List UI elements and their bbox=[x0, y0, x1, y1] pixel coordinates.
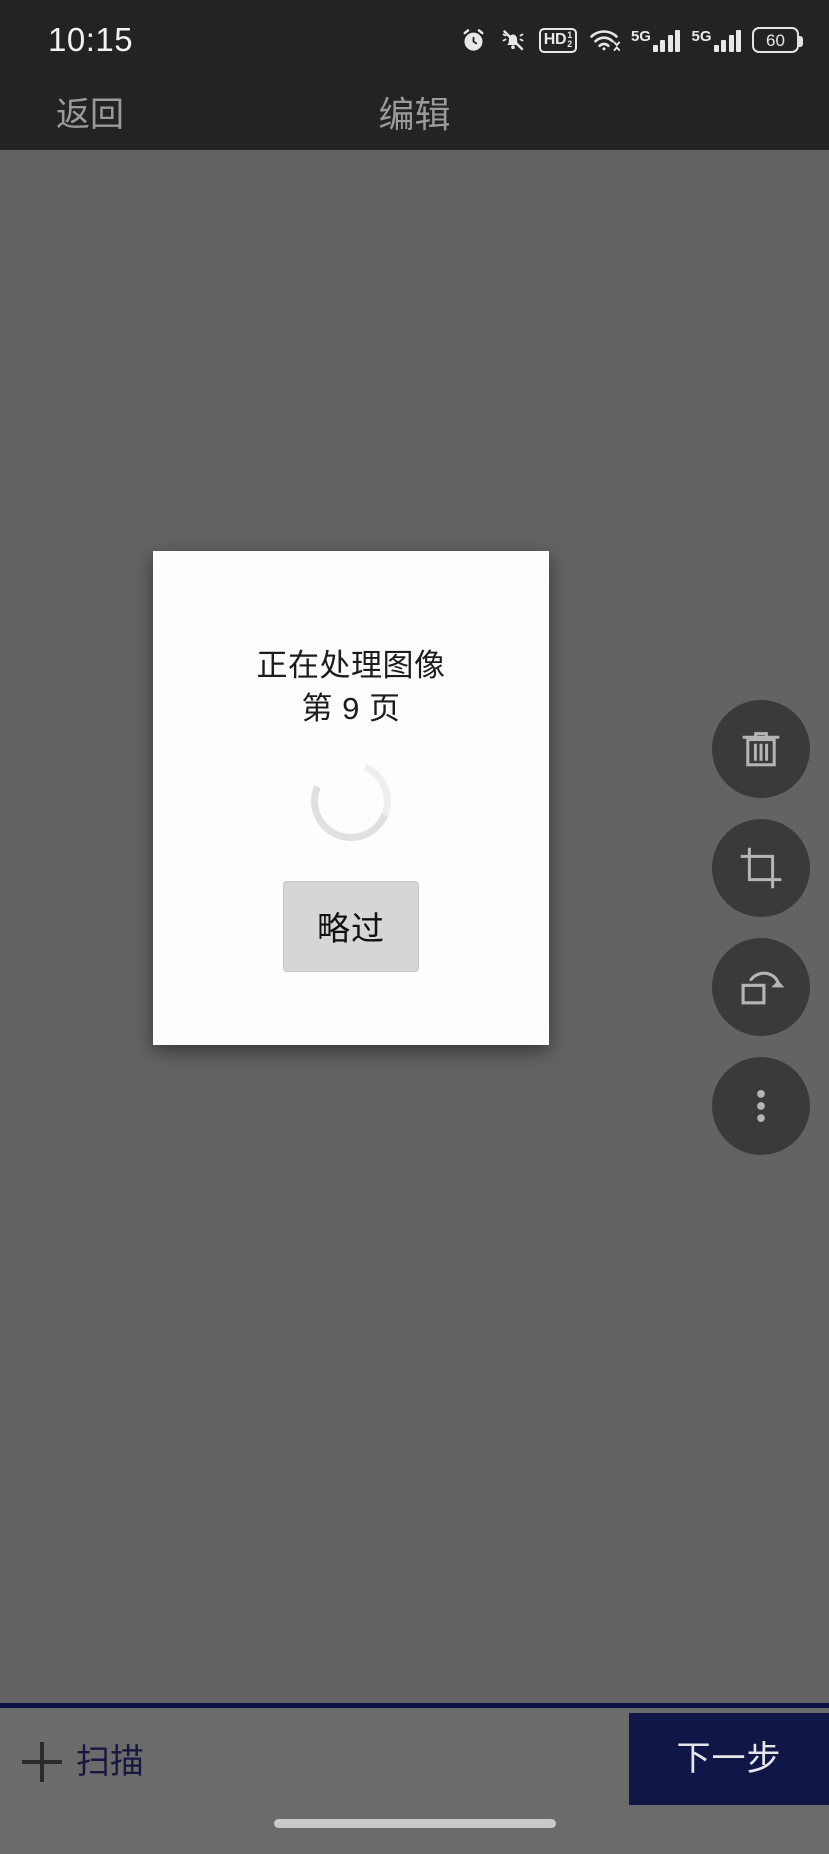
dialog-page-indicator: 第 9 页 bbox=[301, 690, 401, 726]
loading-spinner bbox=[298, 748, 404, 853]
skip-button[interactable]: 略过 bbox=[283, 880, 419, 972]
processing-dialog: 正在处理图像 第 9 页 略过 bbox=[153, 551, 549, 1045]
dialog-title: 正在处理图像 bbox=[256, 648, 446, 683]
dialog-backdrop: 正在处理图像 第 9 页 略过 bbox=[0, 0, 829, 1854]
spinner-ring bbox=[298, 748, 404, 853]
phone-screen: 10:15 HD 1 2 5G 5G 60 返回 编辑 扫描 下一步 正在处理图… bbox=[0, 0, 829, 1854]
